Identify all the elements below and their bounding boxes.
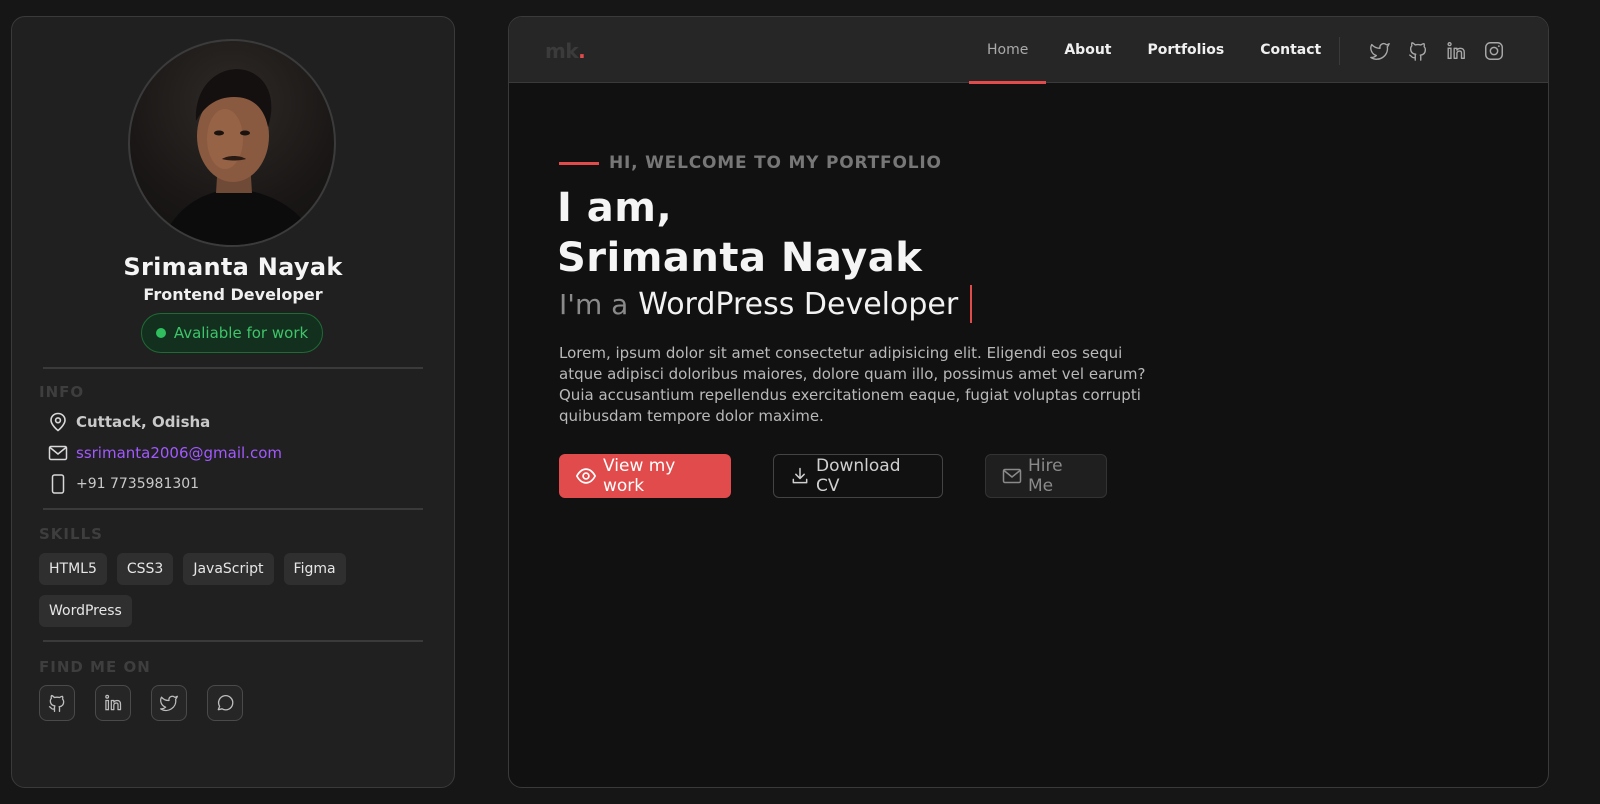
linkedin-icon[interactable] xyxy=(95,685,131,721)
hero-intro: Lorem, ipsum dolor sit amet consectetur … xyxy=(559,344,1146,425)
mail-icon xyxy=(48,443,68,463)
typing-line: I'm a WordPress Developer xyxy=(559,285,973,323)
phone-text: +91 7735981301 xyxy=(76,476,200,492)
info-location: Cuttack, Odisha xyxy=(48,412,210,432)
view-work-button[interactable]: View my work xyxy=(559,454,731,498)
email-link[interactable]: ssrimanta2006@gmail.com xyxy=(76,444,282,462)
skill-chip: CSS3 xyxy=(116,553,174,585)
hero-heading-line-1: I am, xyxy=(557,185,673,231)
download-cv-label: Download CV xyxy=(816,456,901,496)
nav-link-home[interactable]: Home xyxy=(969,17,1047,84)
download-icon xyxy=(790,466,810,486)
hero-actions: View my work Download CV Hire Me xyxy=(559,454,1107,498)
divider xyxy=(43,367,423,369)
nav-links: Home About Portfolios Contact xyxy=(969,17,1339,84)
view-work-label: View my work xyxy=(603,456,676,496)
hire-me-label: Hire Me xyxy=(1028,456,1063,496)
profile-role: Frontend Developer xyxy=(143,285,323,304)
nav-link-portfolios[interactable]: Portfolios xyxy=(1129,17,1242,83)
nav-link-about[interactable]: About xyxy=(1046,17,1129,83)
hero-heading-line-2: Srimanta Nayak xyxy=(557,235,923,281)
twitter-icon[interactable] xyxy=(151,685,187,721)
main-panel: mk. Home About Portfolios Contact HI, WE… xyxy=(508,16,1549,788)
typing-prefix: I'm a xyxy=(559,287,629,321)
skill-chip: HTML5 xyxy=(39,553,107,585)
github-icon[interactable] xyxy=(39,685,75,721)
info-title: INFO xyxy=(39,383,85,401)
divider xyxy=(43,508,423,510)
social-links xyxy=(39,685,243,721)
skill-chip: Figma xyxy=(283,553,346,585)
find-me-title: FIND ME ON xyxy=(39,658,151,676)
skills-list: HTML5 CSS3 JavaScript Figma WordPress xyxy=(39,553,429,627)
eyebrow-text: HI, WELCOME TO MY PORTFOLIO xyxy=(609,153,942,173)
mail-icon xyxy=(1002,467,1022,485)
nav-divider xyxy=(1339,37,1340,65)
instagram-icon[interactable] xyxy=(1483,40,1505,62)
status-dot xyxy=(155,328,166,338)
navbar: mk. Home About Portfolios Contact xyxy=(509,17,1548,84)
nav-link-contact[interactable]: Contact xyxy=(1242,17,1339,83)
location-text: Cuttack, Odisha xyxy=(76,413,211,431)
chat-icon[interactable] xyxy=(207,685,243,721)
status-badge: Avaliable for work xyxy=(141,313,323,353)
profile-name: Srimanta Nayak xyxy=(123,253,343,281)
nav-social-icons xyxy=(1369,40,1505,62)
eyebrow-line xyxy=(559,161,599,165)
download-cv-button[interactable]: Download CV xyxy=(773,454,943,498)
github-icon[interactable] xyxy=(1407,40,1429,62)
profile-card: Srimanta Nayak Frontend Developer Avalia… xyxy=(11,16,455,788)
site-logo[interactable]: mk. xyxy=(545,39,586,63)
skill-chip: JavaScript xyxy=(183,553,274,585)
location-pin-icon xyxy=(48,412,68,432)
status-text: Avaliable for work xyxy=(173,324,309,342)
twitter-icon[interactable] xyxy=(1369,40,1391,62)
typing-role: WordPress Developer xyxy=(638,286,959,322)
logo-dot: . xyxy=(578,39,586,63)
hero-eyebrow: HI, WELCOME TO MY PORTFOLIO xyxy=(559,153,942,173)
hire-me-button[interactable]: Hire Me xyxy=(985,454,1107,498)
logo-text: mk xyxy=(545,39,579,63)
divider xyxy=(43,640,423,642)
typing-caret xyxy=(970,285,973,323)
avatar xyxy=(128,39,336,247)
skill-chip: WordPress xyxy=(39,595,132,627)
phone-icon xyxy=(48,474,68,494)
linkedin-icon[interactable] xyxy=(1445,40,1467,62)
info-phone: +91 7735981301 xyxy=(48,474,199,494)
info-email[interactable]: ssrimanta2006@gmail.com xyxy=(48,443,282,463)
avatar-portrait xyxy=(161,69,319,245)
eye-icon xyxy=(575,465,597,487)
skills-title: SKILLS xyxy=(39,525,103,543)
